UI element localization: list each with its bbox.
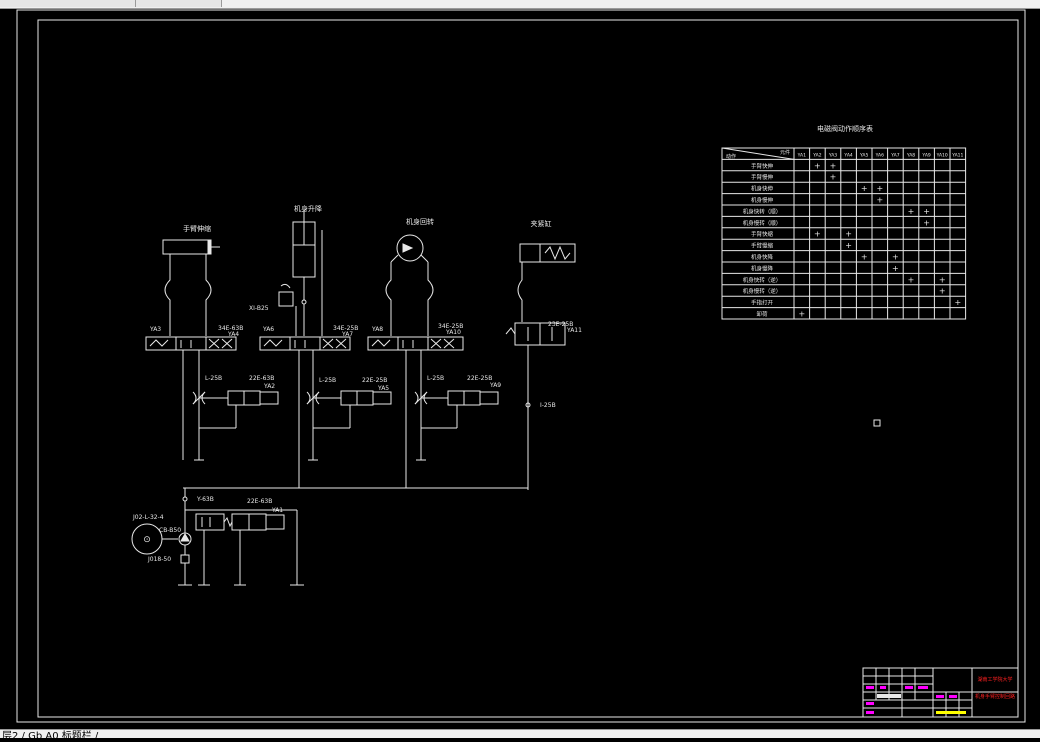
svg-text:YA2: YA2 <box>263 383 275 390</box>
row-mark: + <box>876 196 883 205</box>
svg-text:XI-B25: XI-B25 <box>249 305 269 312</box>
row-mark: + <box>892 264 899 273</box>
motor-symbol: ⊙ <box>143 535 151 545</box>
row-label: 机身快降 <box>751 253 774 261</box>
row-mark: + <box>861 184 868 193</box>
column-header: YA4 <box>843 152 852 158</box>
column-header: YA1 <box>797 152 806 158</box>
svg-text:YA9: YA9 <box>489 382 501 389</box>
drawing-canvas[interactable]: 手臂伸缩 机身升降 机身回转 夹紧缸 XI-B25 YA3 34E-63B YA… <box>0 8 1040 729</box>
svg-text:YA4: YA4 <box>227 331 239 338</box>
svg-text:L-25B: L-25B <box>205 375 222 382</box>
row-label: 机身慢伸 <box>751 196 774 204</box>
svg-text:22E-63B: 22E-63B <box>249 375 274 382</box>
row-label: 手臂快伸 <box>751 162 774 170</box>
row-mark: + <box>845 230 852 239</box>
row-mark: + <box>954 298 961 307</box>
row-label: 机身快伸 <box>751 185 774 193</box>
status-text: 层2 / Gb A0 标题栏 / <box>2 731 99 742</box>
column-header: YA3 <box>828 152 837 158</box>
row-label: 机身快转（逆） <box>743 276 782 284</box>
svg-text:YA5: YA5 <box>377 385 389 392</box>
column-header: YA7 <box>890 152 899 158</box>
column-header: YA6 <box>875 152 884 158</box>
drawing-name: 机身手臂控制回路 <box>975 693 1015 700</box>
row-label: 卸荷 <box>756 310 768 318</box>
row-mark: + <box>876 184 883 193</box>
title-block <box>862 667 1019 718</box>
row-mark: + <box>892 253 899 262</box>
svg-text:YA7: YA7 <box>341 331 353 338</box>
svg-text:22E-25B: 22E-25B <box>362 377 387 384</box>
row-label: 手臂快缩 <box>751 230 774 238</box>
row-mark: + <box>923 207 930 216</box>
row-mark: + <box>939 275 946 284</box>
row-mark: + <box>908 275 915 284</box>
svg-text:YA1: YA1 <box>271 507 283 514</box>
row-mark: + <box>861 253 868 262</box>
table-title: 电磁阀动作顺序表 <box>817 124 873 133</box>
row-mark: + <box>798 310 805 319</box>
row-label: 手臂慢缩 <box>751 242 774 250</box>
svg-text:J02-L-32-4: J02-L-32-4 <box>132 514 164 521</box>
row-mark: + <box>908 207 915 216</box>
solenoid-sequence-table: 元件动作 YA1 YA2 YA3 YA4 YA5 YA6 YA7 YA8 YA9 YA10 YA11 手… <box>721 147 967 320</box>
row-mark: + <box>814 161 821 170</box>
column-header: YA9 <box>921 152 930 158</box>
row-label: 手臂慢伸 <box>751 173 774 181</box>
svg-text:YA8: YA8 <box>371 326 383 333</box>
svg-text:CB-B50: CB-B50 <box>159 527 181 534</box>
svg-text:Y-63B: Y-63B <box>196 496 214 503</box>
row-label: 手指打开 <box>751 299 774 307</box>
row-mark: + <box>923 218 930 227</box>
svg-text:J018-50: J018-50 <box>147 556 171 563</box>
label-body-rotate: 机身回转 <box>406 217 434 226</box>
svg-text:I-25B: I-25B <box>540 402 556 409</box>
row-label: 机身快转（顺） <box>743 207 782 215</box>
svg-text:YA6: YA6 <box>262 326 274 333</box>
svg-text:YA3: YA3 <box>149 326 161 333</box>
svg-text:YA10: YA10 <box>445 329 461 336</box>
outer-border <box>16 9 1026 723</box>
row-label: 机身慢降 <box>751 264 774 272</box>
svg-text:L-25B: L-25B <box>319 377 336 384</box>
row-mark: + <box>845 241 852 250</box>
row-mark: + <box>814 230 821 239</box>
row-label: 机身慢转（逆） <box>743 287 782 295</box>
column-header: YA5 <box>859 152 868 158</box>
column-header: YA8 <box>906 152 915 158</box>
document-tab[interactable] <box>0 0 136 7</box>
svg-text:YA11: YA11 <box>566 327 582 334</box>
svg-text:L-25B: L-25B <box>427 375 444 382</box>
row-mark: + <box>830 161 837 170</box>
row-mark: + <box>939 287 946 296</box>
label-arm-telescope: 手臂伸缩 <box>183 224 211 233</box>
row-label: 机身慢转（顺） <box>743 219 782 227</box>
svg-text:22E-63B: 22E-63B <box>247 498 272 505</box>
school-name: 湖南工学院大学 <box>977 676 1012 683</box>
column-header: YA2 <box>812 152 821 158</box>
arm-cylinder <box>162 239 212 255</box>
header-element: 元件 <box>780 149 790 156</box>
column-header: YA11 <box>951 152 963 158</box>
row-mark: + <box>830 173 837 182</box>
label-clamp-cylinder: 夹紧缸 <box>531 219 552 228</box>
svg-text:22E-25B: 22E-25B <box>467 375 492 382</box>
label-body-lift: 机身升降 <box>294 204 322 213</box>
header-action: 动作 <box>726 153 736 160</box>
document-tab-2[interactable] <box>136 0 222 7</box>
column-header: YA10 <box>936 152 948 158</box>
